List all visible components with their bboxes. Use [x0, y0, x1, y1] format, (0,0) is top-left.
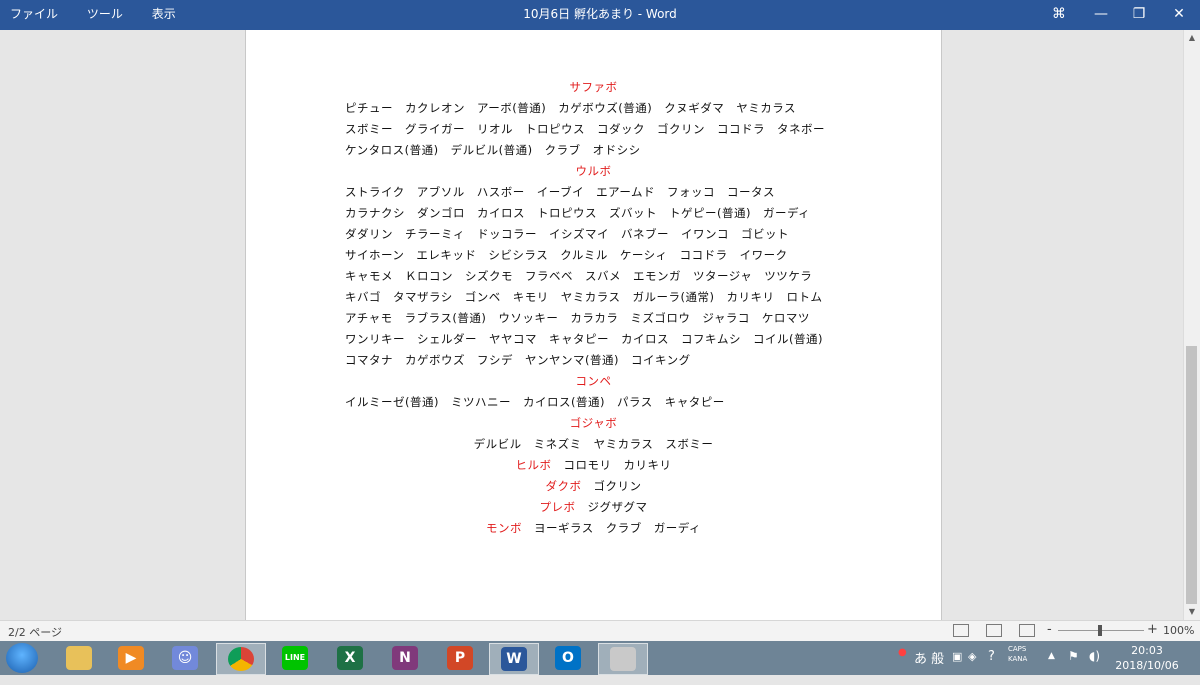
heading-ultra: ウルボ: [575, 164, 612, 178]
dusk-line: ダクボ ゴクリン: [246, 478, 941, 494]
taskbar-line[interactable]: LINE: [271, 643, 319, 673]
scroll-down-arrow-icon[interactable]: ▼: [1184, 604, 1200, 620]
vertical-scrollbar[interactable]: ▲ ▼: [1183, 30, 1200, 620]
page-count[interactable]: 2/2 ページ: [8, 624, 62, 640]
ultra-line-9: コマタナ カゲボウズ フシデ ヤンヤンマ(普通) コイキング: [345, 353, 691, 367]
safari-line-2: スボミー グライガー リオル トロピウス コダック ゴクリン ココドラ タネボー: [345, 122, 825, 136]
alert-icon[interactable]: ●: [898, 647, 907, 681]
ultra-line-1: ストライク アブソル ハスボー イーブイ エアームド フォッコ コータス: [345, 185, 776, 199]
heal-line: ヒルボ コロモリ カリキリ: [246, 457, 941, 473]
taskbar-chrome[interactable]: [216, 643, 266, 675]
ultra-line-4: サイホーン エレキッド シビシラス クルミル ケーシィ ココドラ イワーク: [345, 248, 788, 262]
zoom-out-button[interactable]: -: [1047, 622, 1052, 637]
premier-contents: ジグザグマ: [575, 500, 648, 514]
minimize-button[interactable]: —: [1080, 0, 1122, 30]
scroll-thumb[interactable]: [1186, 346, 1197, 604]
compe-line: イルミーゼ(普通) ミツハニー カイロス(普通) パラス キャタピー: [345, 395, 725, 409]
safari-line-3: ケンタロス(普通) デルビル(普通) クラブ オドシシ: [345, 143, 641, 157]
close-button[interactable]: ✕: [1158, 0, 1200, 30]
start-button[interactable]: [6, 643, 38, 673]
zoom-in-button[interactable]: +: [1147, 622, 1158, 637]
clock[interactable]: 20:03 2018/10/06: [1112, 643, 1182, 673]
caps-label: CAPS: [1008, 645, 1027, 653]
ime-mode[interactable]: あ 般: [914, 648, 944, 682]
taskbar-outlook[interactable]: O: [544, 643, 592, 673]
media-player-icon: ▶: [118, 646, 144, 670]
heading-safari: サファボ: [569, 80, 618, 94]
zoom-level[interactable]: 100%: [1163, 624, 1194, 637]
taskbar-onenote[interactable]: N: [381, 643, 429, 673]
restore-button[interactable]: ❐: [1118, 0, 1160, 30]
taskbar: ▶ ☺ LINE X N P W O ● あ 般 ▣ ◈ ? CAPS KANA …: [0, 641, 1200, 675]
powerpoint-icon: P: [447, 646, 473, 670]
focus-mode-button[interactable]: ⌘: [1038, 0, 1080, 30]
ultra-line-7: アチャモ ラブラス(普通) ウソッキー カラカラ ミズゴロウ ジャラコ ケロマツ: [345, 311, 810, 325]
folder-icon: [66, 646, 92, 670]
volume-icon[interactable]: ◖): [1089, 649, 1100, 683]
gorgeous-line: デルビル ミネズミ ヤミカラス スボミー: [473, 437, 714, 451]
taskbar-explorer[interactable]: [55, 643, 103, 673]
title-bar: ファイル ツール 表示 10月6日 孵化あまり - Word ⌘ — ❐ ✕: [0, 0, 1200, 30]
web-layout-icon[interactable]: [1019, 624, 1035, 637]
heading-gorgeous: ゴジャボ: [569, 416, 618, 430]
caps-indicator: CAPS KANA: [1008, 644, 1027, 678]
heading-heal: ヒルボ: [515, 458, 552, 472]
onenote-icon: N: [392, 646, 418, 670]
premier-line: プレボ ジグザグマ: [246, 499, 941, 515]
ultra-line-8: ワンリキー シェルダー ヤヤコマ キャタピー カイロス コフキムシ コイル(普通…: [345, 332, 823, 346]
taskbar-discord[interactable]: ☺: [161, 643, 209, 673]
ime-help-icon[interactable]: ?: [988, 649, 995, 683]
ultra-line-2: カラナクシ ダンゴロ カイロス トロピウス ズバット トゲピー(普通) ガーディ: [345, 206, 811, 220]
taskbar-paint[interactable]: [598, 643, 648, 675]
paint-palette-icon: [610, 647, 636, 671]
action-center-flag-icon[interactable]: ⚑: [1068, 649, 1079, 683]
heal-contents: コロモリ カリキリ: [551, 458, 672, 472]
ultra-line-3: ダダリン チラーミィ ドッコラー イシズマイ バネブー イワンコ ゴビット: [345, 227, 789, 241]
read-mode-icon[interactable]: [953, 624, 969, 637]
print-layout-icon[interactable]: [986, 624, 1002, 637]
heading-dusk: ダクボ: [545, 479, 582, 493]
show-hidden-icons-icon[interactable]: ▲: [1048, 651, 1055, 685]
chrome-icon: [228, 647, 254, 671]
outlook-icon: O: [555, 646, 581, 670]
taskbar-excel[interactable]: X: [326, 643, 374, 673]
taskbar-media-player[interactable]: ▶: [107, 643, 155, 673]
ultra-line-5: キャモメ Ｋロコン シズクモ フラベベ スバメ エモンガ ツタージャ ツツケラ: [345, 269, 813, 283]
status-bar: 2/2 ページ - + 100%: [0, 620, 1200, 641]
safari-line-1: ピチュー カクレオン アーボ(普通) カゲボウズ(普通) クヌギダマ ヤミカラス: [345, 101, 797, 115]
word-icon: W: [501, 647, 527, 671]
clock-date: 2018/10/06: [1115, 659, 1179, 672]
moon-line: モンボ ヨーギラス クラブ ガーディ: [246, 520, 941, 536]
ime-toolbox-icon[interactable]: ▣: [952, 650, 962, 684]
heading-compe: コンペ: [575, 374, 612, 388]
moon-contents: ヨーギラス クラブ ガーディ: [522, 521, 701, 535]
clock-time: 20:03: [1131, 644, 1163, 657]
heading-premier: プレボ: [539, 500, 576, 514]
document-page[interactable]: サファボ ピチュー カクレオン アーボ(普通) カゲボウズ(普通) クヌギダマ …: [245, 30, 942, 620]
document-area: サファボ ピチュー カクレオン アーボ(普通) カゲボウズ(普通) クヌギダマ …: [0, 30, 1200, 620]
taskbar-powerpoint[interactable]: P: [436, 643, 484, 673]
ime-dictionary-icon[interactable]: ◈: [968, 650, 976, 684]
ultra-line-6: キバゴ タマザラシ ゴンベ キモリ ヤミカラス ガルーラ(通常) カリキリ ロト…: [345, 290, 823, 304]
window-title: 10月6日 孵化あまり - Word: [523, 7, 677, 21]
heading-moon: モンボ: [486, 521, 523, 535]
zoom-slider-thumb[interactable]: [1098, 625, 1102, 636]
line-icon: LINE: [282, 646, 308, 670]
excel-icon: X: [337, 646, 363, 670]
scroll-up-arrow-icon[interactable]: ▲: [1184, 30, 1200, 46]
discord-icon: ☺: [172, 646, 198, 670]
kana-label: KANA: [1008, 655, 1028, 663]
taskbar-word[interactable]: W: [489, 643, 539, 675]
dusk-contents: ゴクリン: [581, 479, 642, 493]
